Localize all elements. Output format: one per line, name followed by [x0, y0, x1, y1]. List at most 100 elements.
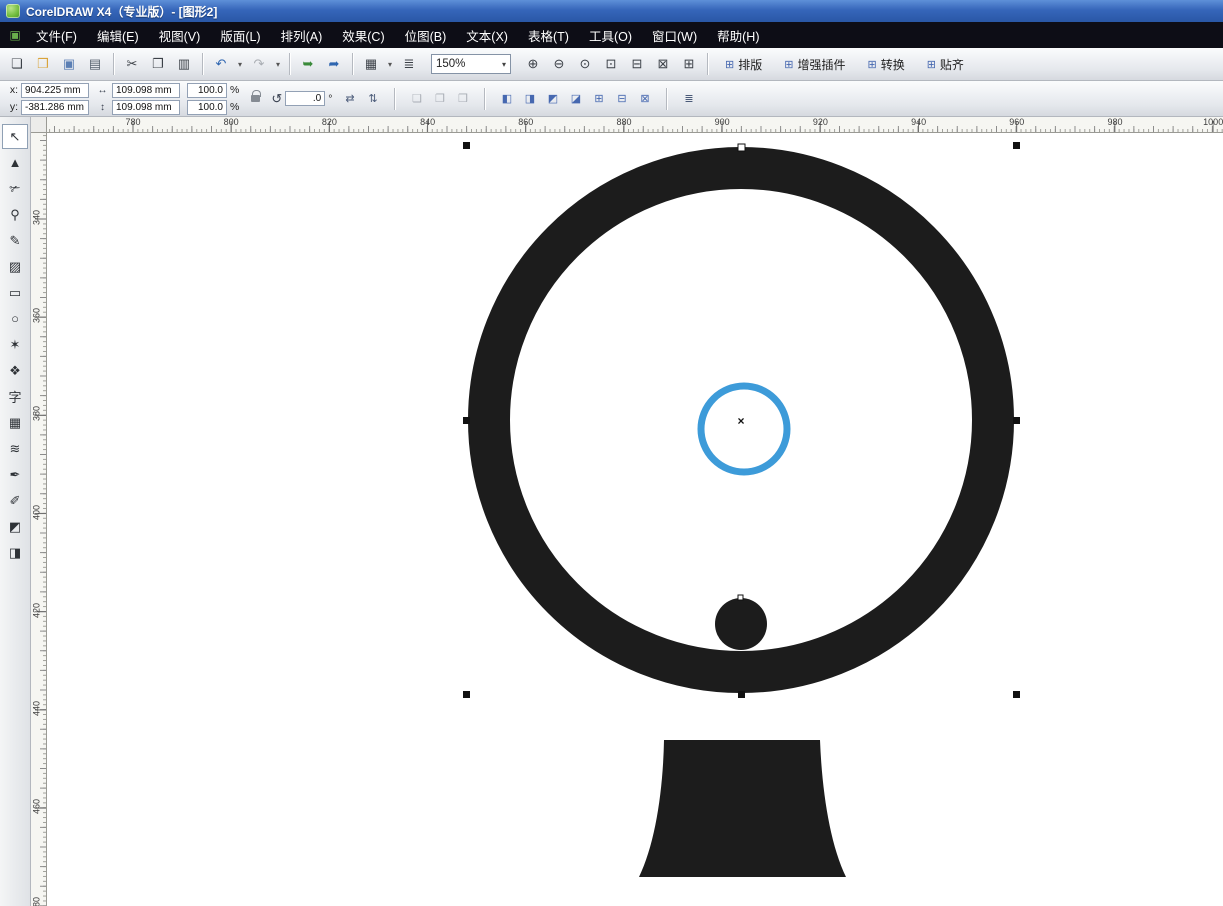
ruler-number: 360 [32, 304, 43, 328]
menu-item[interactable]: 帮助(H) [707, 22, 769, 49]
rotation-input[interactable] [285, 91, 325, 106]
selection-handle[interactable] [463, 142, 470, 149]
print-button[interactable]: ▤ [83, 52, 107, 76]
menu-item[interactable]: 效果(C) [332, 22, 394, 49]
snap-button[interactable]: ⊞ 贴齐 [919, 52, 972, 77]
welcome-screen-button[interactable]: ≣ [397, 52, 421, 76]
rectangle-tool[interactable]: ▭ [2, 280, 28, 305]
object-op-icon[interactable]: ⊟ [611, 88, 632, 109]
object-op-icon[interactable]: ❏ [406, 88, 427, 109]
pick-tool[interactable]: ↖ [2, 124, 28, 149]
smart-fill-tool[interactable]: ▨ [2, 254, 28, 279]
document-icon[interactable]: ▣ [4, 28, 26, 42]
menu-item[interactable]: 窗口(W) [642, 22, 707, 49]
outline-pen-tool[interactable]: ✐ [2, 488, 28, 513]
zoom-level-combo[interactable]: 150% ▾ [431, 54, 511, 74]
zoom-to-selected-button[interactable]: ⊙ [573, 52, 597, 76]
undo-dropdown-button[interactable]: ▾ [235, 52, 245, 76]
convert-button[interactable]: ⊞ 转换 [859, 52, 912, 77]
export-button[interactable]: ➦ [322, 52, 346, 76]
mirror-icon-button[interactable]: ⇄ [339, 88, 360, 109]
object-op-icon[interactable]: ◩ [542, 88, 563, 109]
cut-button[interactable]: ✂ [120, 52, 144, 76]
menu-item[interactable]: 表格(T) [518, 22, 579, 49]
menu-item[interactable]: 位图(B) [395, 22, 457, 49]
open-button[interactable]: ❒ [31, 52, 55, 76]
scale-y-input[interactable] [187, 100, 227, 115]
zoom-in-button[interactable]: ⊕ [521, 52, 545, 76]
interactive-fill-tool[interactable]: ◨ [2, 540, 28, 565]
object-x-input[interactable] [21, 83, 89, 98]
save-button[interactable]: ▣ [57, 52, 81, 76]
ellipse-node[interactable] [738, 595, 743, 600]
selection-handle[interactable] [1013, 417, 1020, 424]
selection-center-marker[interactable]: × [737, 414, 744, 428]
menu-item[interactable]: 编辑(E) [87, 22, 149, 49]
blue-circle-shape[interactable] [701, 386, 787, 472]
new-button[interactable]: ❏ [5, 52, 29, 76]
selection-handle[interactable] [463, 691, 470, 698]
table-tool[interactable]: ▦ [2, 410, 28, 435]
object-op-icon[interactable]: ◪ [565, 88, 586, 109]
menu-item[interactable]: 排列(A) [271, 22, 333, 49]
ellipse-tool[interactable]: ○ [2, 306, 28, 331]
text-tool[interactable]: 字 [2, 384, 28, 409]
object-op-icon[interactable]: ❒ [452, 88, 473, 109]
copy-button[interactable]: ❐ [146, 52, 170, 76]
scale-x-input[interactable] [187, 83, 227, 98]
menu-item[interactable]: 文本(X) [456, 22, 518, 49]
fill-tool[interactable]: ◩ [2, 514, 28, 539]
object-width-input[interactable] [112, 83, 180, 98]
selection-handle[interactable] [738, 144, 745, 151]
polygon-tool[interactable]: ✶ [2, 332, 28, 357]
blend-tool[interactable]: ≋ [2, 436, 28, 461]
pedestal-base-shape[interactable] [639, 740, 846, 877]
object-op-icon[interactable]: ◨ [519, 88, 540, 109]
undo-button[interactable]: ↶ [209, 52, 233, 76]
object-op-icon[interactable]: ❐ [429, 88, 450, 109]
small-circle-shape[interactable] [715, 598, 767, 650]
zoom-out-button[interactable]: ⊖ [547, 52, 571, 76]
eyedropper-tool[interactable]: ✒ [2, 462, 28, 487]
menu-item[interactable]: 文件(F) [26, 22, 87, 49]
object-height-input[interactable] [112, 100, 180, 115]
redo-dropdown-button[interactable]: ▾ [273, 52, 283, 76]
layout-button[interactable]: ⊞ 排版 [717, 52, 770, 77]
drawing-canvas[interactable]: × [47, 133, 1223, 906]
import-button[interactable]: ➥ [296, 52, 320, 76]
menu-item[interactable]: 视图(V) [149, 22, 211, 49]
basic-shapes-tool[interactable]: ❖ [2, 358, 28, 383]
zoom-to-height-button[interactable]: ⊞ [677, 52, 701, 76]
object-op-icon[interactable]: ⊠ [634, 88, 655, 109]
lock-ratio-button[interactable] [246, 85, 264, 113]
crop-tool[interactable]: ✃ [2, 176, 28, 201]
plugins-button[interactable]: ⊞ 增强插件 [776, 52, 853, 77]
application-launcher-button[interactable]: ▦ [359, 52, 383, 76]
menu-item[interactable]: 工具(O) [579, 22, 642, 49]
zoom-to-width-button[interactable]: ⊠ [651, 52, 675, 76]
object-y-input[interactable] [21, 100, 89, 115]
freehand-tool[interactable]: ✎ [2, 228, 28, 253]
shape-tool[interactable]: ▲ [2, 150, 28, 175]
vertical-ruler[interactable]: 340360380400420440460480 [31, 133, 47, 906]
selection-handle[interactable] [1013, 691, 1020, 698]
selection-handle[interactable] [1013, 142, 1020, 149]
horizontal-ruler[interactable]: 7808008208408608809009209409609801000 [47, 117, 1223, 133]
wrap-text-button[interactable]: ≣ [678, 88, 699, 109]
redo-button[interactable]: ↷ [247, 52, 271, 76]
panel-icon: ⊞ [867, 58, 876, 71]
titlebar[interactable]: CorelDRAW X4（专业版）- [图形2] [0, 0, 1223, 22]
toolbar-button-label: 增强插件 [797, 56, 845, 73]
paste-button[interactable]: ▥ [172, 52, 196, 76]
object-op-icon[interactable]: ◧ [496, 88, 517, 109]
zoom-to-page-button[interactable]: ⊟ [625, 52, 649, 76]
mirror-icon-button[interactable]: ⇅ [362, 88, 383, 109]
selection-handle[interactable] [738, 691, 745, 698]
object-op-icon[interactable]: ⊞ [588, 88, 609, 109]
menu-item[interactable]: 版面(L) [210, 22, 270, 49]
zoom-tool[interactable]: ⚲ [2, 202, 28, 227]
ruler-origin-corner[interactable] [31, 117, 47, 133]
launcher-dropdown-button[interactable]: ▾ [385, 52, 395, 76]
selection-handle[interactable] [463, 417, 470, 424]
zoom-to-all-button[interactable]: ⊡ [599, 52, 623, 76]
